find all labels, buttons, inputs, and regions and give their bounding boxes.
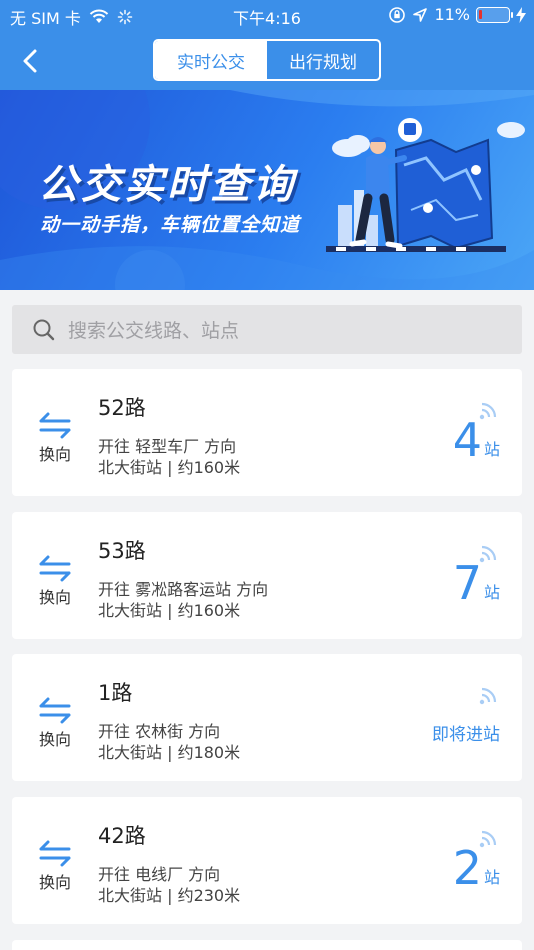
battery-percent: 11% bbox=[434, 5, 470, 24]
eta-stops-count: 7 bbox=[452, 556, 482, 610]
swap-direction-button[interactable]: 换向 bbox=[32, 696, 78, 750]
location-icon bbox=[413, 7, 428, 22]
swap-direction-button[interactable]: 换向 bbox=[32, 839, 78, 893]
eta-stops-unit: 站 bbox=[483, 583, 500, 602]
swap-direction-button[interactable]: 换向 bbox=[32, 554, 78, 608]
banner-title: 公交实时查询 bbox=[38, 162, 296, 208]
route-name: 52路 bbox=[98, 396, 146, 420]
orientation-lock-icon bbox=[389, 6, 406, 23]
swap-arrows-icon bbox=[39, 412, 71, 439]
swap-arrows-icon bbox=[39, 697, 71, 724]
eta-stops: 4 站 bbox=[453, 417, 500, 463]
status-bar: 无 SIM 卡 下午4:16 11% bbox=[0, 0, 534, 32]
promo-banner[interactable]: 公交实时查询 动一动手指，车辆位置全知道 bbox=[0, 90, 534, 290]
search-input[interactable]: 搜索公交线路、站点 bbox=[68, 316, 239, 343]
eta-stops: 2 站 bbox=[453, 845, 500, 891]
swap-direction-label: 换向 bbox=[38, 588, 71, 607]
swap-direction-label: 换向 bbox=[38, 445, 71, 464]
swap-arrows-icon bbox=[39, 840, 71, 867]
person-with-map-illustration bbox=[326, 118, 525, 252]
tab-trip-planning[interactable]: 出行规划 bbox=[267, 41, 379, 79]
eta-stops-count: 2 bbox=[452, 841, 482, 895]
swap-arrows-icon bbox=[39, 555, 71, 582]
eta-stops: 7 站 bbox=[453, 560, 500, 606]
route-name: 1路 bbox=[98, 681, 133, 705]
route-card[interactable]: 换向 1路 开往 农林街 方向 北大街站 | 约180米 即将进站 bbox=[12, 654, 522, 781]
search-icon bbox=[33, 319, 55, 340]
route-name: 53路 bbox=[98, 539, 146, 563]
route-card-partial[interactable] bbox=[12, 940, 522, 950]
route-stop-distance: 北大街站 | 约160米 bbox=[98, 458, 241, 477]
nav-bar: 实时公交 出行规划 bbox=[0, 32, 534, 90]
charging-icon bbox=[516, 6, 526, 23]
battery-icon bbox=[476, 6, 513, 23]
route-card[interactable]: 换向 42路 开往 电线厂 方向 北大街站 | 约230米 2 站 bbox=[12, 797, 522, 924]
eta-stops-count: 4 bbox=[452, 413, 482, 467]
eta-arriving-soon: 即将进站 bbox=[432, 725, 500, 745]
realtime-signal-icon bbox=[479, 687, 497, 705]
route-card[interactable]: 换向 52路 开往 轻型车厂 方向 北大街站 | 约160米 4 站 bbox=[12, 369, 522, 496]
search-bar[interactable]: 搜索公交线路、站点 bbox=[12, 305, 522, 354]
mode-segmented-control: 实时公交 出行规划 bbox=[153, 39, 381, 81]
route-stop-distance: 北大街站 | 约180米 bbox=[98, 743, 241, 762]
swap-direction-label: 换向 bbox=[38, 730, 71, 749]
route-stop-distance: 北大街站 | 约160米 bbox=[98, 601, 241, 620]
eta-stops-unit: 站 bbox=[483, 440, 500, 459]
tab-realtime-bus[interactable]: 实时公交 bbox=[155, 41, 267, 79]
swap-direction-button[interactable]: 换向 bbox=[32, 411, 78, 465]
route-card[interactable]: 换向 53路 开往 雾凇路客运站 方向 北大街站 | 约160米 7 站 bbox=[12, 512, 522, 639]
swap-direction-label: 换向 bbox=[38, 873, 71, 892]
route-name: 42路 bbox=[98, 824, 146, 848]
banner-subtitle: 动一动手指，车辆位置全知道 bbox=[40, 214, 301, 236]
eta-stops-unit: 站 bbox=[483, 868, 500, 887]
back-arrow-icon[interactable] bbox=[16, 46, 46, 76]
route-stop-distance: 北大街站 | 约230米 bbox=[98, 886, 241, 905]
